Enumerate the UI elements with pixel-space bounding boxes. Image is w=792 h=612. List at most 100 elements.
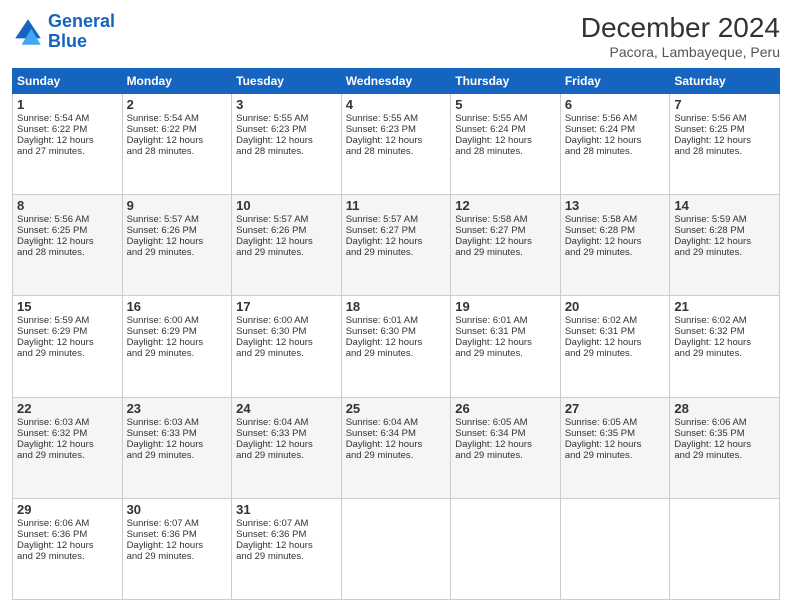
day-info-line: Sunset: 6:28 PM [674,225,775,236]
day-info-line: Daylight: 12 hours [17,337,118,348]
day-info-line: Daylight: 12 hours [565,135,666,146]
day-info-line: Sunset: 6:23 PM [236,124,337,135]
day-info-line: Daylight: 12 hours [127,540,228,551]
calendar-cell: 8Sunrise: 5:56 AMSunset: 6:25 PMDaylight… [13,195,123,296]
day-header-thursday: Thursday [451,69,561,94]
day-info-line: and 29 minutes. [17,348,118,359]
day-header-saturday: Saturday [670,69,780,94]
day-info-line: and 29 minutes. [236,551,337,562]
day-number: 29 [17,502,118,517]
day-info-line: and 29 minutes. [346,348,447,359]
day-info-line: and 28 minutes. [17,247,118,258]
day-info-line: Sunset: 6:32 PM [674,326,775,337]
day-info-line: and 29 minutes. [455,348,556,359]
day-number: 26 [455,401,556,416]
day-header-friday: Friday [560,69,670,94]
day-info-line: Sunrise: 5:54 AM [17,113,118,124]
day-info-line: Sunset: 6:35 PM [565,428,666,439]
day-info-line: Sunset: 6:33 PM [127,428,228,439]
day-number: 9 [127,198,228,213]
day-info-line: Sunrise: 5:55 AM [236,113,337,124]
day-info-line: Sunrise: 6:01 AM [455,315,556,326]
calendar-cell: 25Sunrise: 6:04 AMSunset: 6:34 PMDayligh… [341,397,451,498]
day-info-line: Sunset: 6:27 PM [455,225,556,236]
day-number: 14 [674,198,775,213]
day-number: 3 [236,97,337,112]
day-info-line: Sunset: 6:34 PM [455,428,556,439]
day-number: 18 [346,299,447,314]
day-info-line: Daylight: 12 hours [17,540,118,551]
day-number: 6 [565,97,666,112]
day-info-line: Sunrise: 5:58 AM [565,214,666,225]
day-info-line: and 28 minutes. [236,146,337,157]
day-info-line: Daylight: 12 hours [236,540,337,551]
calendar-cell: 20Sunrise: 6:02 AMSunset: 6:31 PMDayligh… [560,296,670,397]
day-info-line: Daylight: 12 hours [346,337,447,348]
day-number: 7 [674,97,775,112]
day-info-line: Daylight: 12 hours [236,337,337,348]
day-info-line: Daylight: 12 hours [236,236,337,247]
day-info-line: Sunset: 6:36 PM [17,529,118,540]
day-info-line: Daylight: 12 hours [565,439,666,450]
day-info-line: Daylight: 12 hours [236,439,337,450]
calendar-cell: 16Sunrise: 6:00 AMSunset: 6:29 PMDayligh… [122,296,232,397]
calendar-cell [451,498,561,599]
calendar-week-3: 15Sunrise: 5:59 AMSunset: 6:29 PMDayligh… [13,296,780,397]
day-info-line: and 29 minutes. [236,348,337,359]
day-info-line: and 29 minutes. [17,551,118,562]
day-number: 12 [455,198,556,213]
day-info-line: Sunrise: 5:56 AM [565,113,666,124]
day-info-line: Sunrise: 6:03 AM [127,417,228,428]
day-info-line: Daylight: 12 hours [674,236,775,247]
day-info-line: Sunset: 6:29 PM [127,326,228,337]
day-number: 16 [127,299,228,314]
day-info-line: Sunrise: 6:01 AM [346,315,447,326]
day-info-line: Daylight: 12 hours [565,337,666,348]
day-info-line: Daylight: 12 hours [127,135,228,146]
day-number: 19 [455,299,556,314]
calendar-cell: 7Sunrise: 5:56 AMSunset: 6:25 PMDaylight… [670,94,780,195]
day-info-line: and 29 minutes. [346,450,447,461]
day-number: 2 [127,97,228,112]
day-info-line: Sunset: 6:22 PM [127,124,228,135]
day-info-line: Daylight: 12 hours [455,337,556,348]
day-number: 23 [127,401,228,416]
day-number: 21 [674,299,775,314]
day-info-line: Sunrise: 5:55 AM [346,113,447,124]
logo: General Blue [12,12,115,52]
day-info-line: and 29 minutes. [565,450,666,461]
logo-text: General Blue [48,12,115,52]
day-info-line: Daylight: 12 hours [674,337,775,348]
day-info-line: Sunset: 6:30 PM [236,326,337,337]
day-info-line: Sunrise: 6:06 AM [674,417,775,428]
day-info-line: Sunrise: 5:56 AM [674,113,775,124]
day-info-line: Sunset: 6:33 PM [236,428,337,439]
day-info-line: Daylight: 12 hours [455,439,556,450]
calendar-week-4: 22Sunrise: 6:03 AMSunset: 6:32 PMDayligh… [13,397,780,498]
day-info-line: Daylight: 12 hours [674,135,775,146]
day-number: 27 [565,401,666,416]
day-info-line: Daylight: 12 hours [236,135,337,146]
calendar-cell: 29Sunrise: 6:06 AMSunset: 6:36 PMDayligh… [13,498,123,599]
day-info-line: Daylight: 12 hours [127,236,228,247]
calendar-cell: 1Sunrise: 5:54 AMSunset: 6:22 PMDaylight… [13,94,123,195]
calendar-cell: 2Sunrise: 5:54 AMSunset: 6:22 PMDaylight… [122,94,232,195]
day-number: 24 [236,401,337,416]
calendar-cell: 18Sunrise: 6:01 AMSunset: 6:30 PMDayligh… [341,296,451,397]
day-info-line: Sunset: 6:32 PM [17,428,118,439]
day-info-line: Daylight: 12 hours [17,439,118,450]
logo-icon [12,16,44,48]
day-number: 17 [236,299,337,314]
day-info-line: and 29 minutes. [565,247,666,258]
day-info-line: and 29 minutes. [127,551,228,562]
day-info-line: Sunrise: 6:06 AM [17,518,118,529]
day-info-line: Sunrise: 5:57 AM [236,214,337,225]
day-number: 10 [236,198,337,213]
day-info-line: and 27 minutes. [17,146,118,157]
calendar-cell: 6Sunrise: 5:56 AMSunset: 6:24 PMDaylight… [560,94,670,195]
day-info-line: Sunrise: 6:02 AM [565,315,666,326]
calendar-cell [341,498,451,599]
day-info-line: Sunrise: 5:54 AM [127,113,228,124]
day-info-line: Sunrise: 6:05 AM [565,417,666,428]
day-info-line: and 29 minutes. [455,247,556,258]
